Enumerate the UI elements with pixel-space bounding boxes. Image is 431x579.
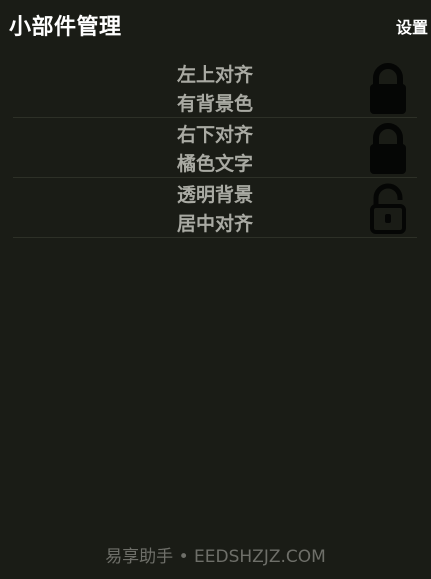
widget-row-bottom-right[interactable]: 右下对齐 橘色文字 xyxy=(13,118,417,178)
app-header: 小部件管理 设置 xyxy=(0,0,431,58)
widget-row-transparent[interactable]: 透明背景 居中对齐 xyxy=(13,178,417,238)
widget-row-top-left[interactable]: 左上对齐 有背景色 xyxy=(13,58,417,118)
lock-closed-icon[interactable] xyxy=(366,121,410,175)
page-title: 小部件管理 xyxy=(9,15,122,40)
widget-line-2: 居中对齐 xyxy=(176,213,253,235)
widget-line-1: 右下对齐 xyxy=(176,124,253,146)
lock-closed-icon[interactable] xyxy=(366,61,410,115)
settings-button[interactable]: 设置 xyxy=(396,17,428,39)
widget-list: 左上对齐 有背景色 右下对齐 橘色文字 透明背景 居中对齐 xyxy=(13,58,417,238)
watermark: 易享助手 • EEDSHZJZ.COM xyxy=(105,547,326,567)
lock-open-icon[interactable] xyxy=(366,181,410,235)
widget-line-1: 透明背景 xyxy=(176,184,253,206)
widget-line-2: 橘色文字 xyxy=(176,153,253,175)
widget-line-2: 有背景色 xyxy=(176,93,253,115)
widget-line-1: 左上对齐 xyxy=(176,64,253,86)
